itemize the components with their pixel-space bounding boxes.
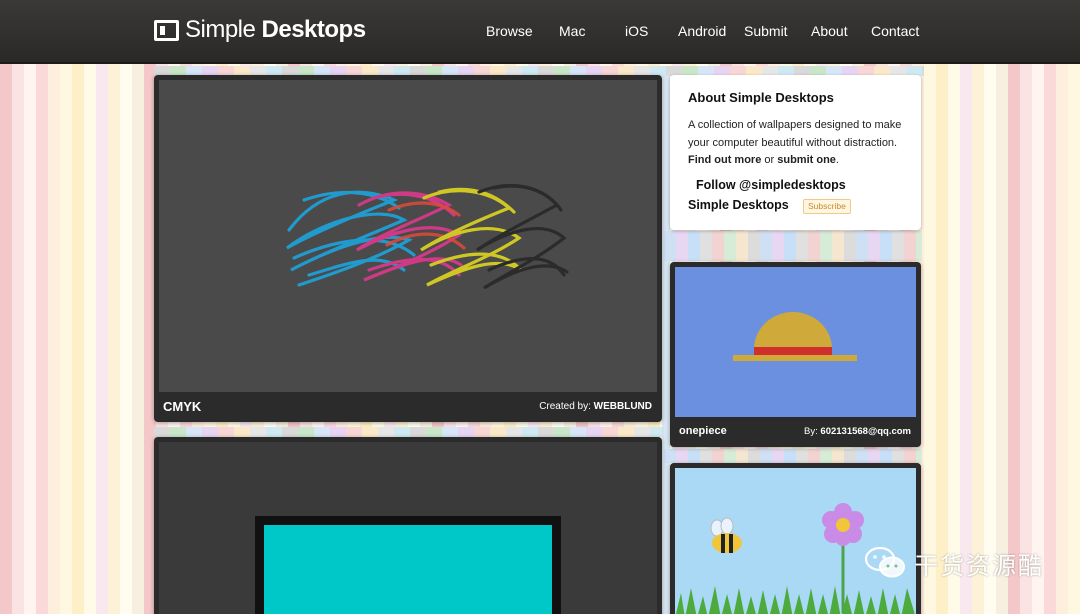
- nav-contact[interactable]: Contact: [871, 23, 919, 39]
- nav-android[interactable]: Android: [678, 23, 726, 39]
- onepiece-caption: onepiece By: 602131568@qq.com: [670, 417, 921, 447]
- find-out-more-link[interactable]: Find out more: [688, 154, 761, 166]
- cmyk-scribble-art: [286, 184, 569, 290]
- featured-credit: Created by: WEBBLUND: [539, 401, 652, 412]
- nav-about[interactable]: About: [811, 23, 848, 39]
- subscribe-button[interactable]: Subscribe: [803, 199, 851, 214]
- featured-wallpaper-card[interactable]: CMYK Created by: WEBBLUND: [154, 75, 662, 422]
- nav-browse[interactable]: Browse: [486, 23, 533, 39]
- about-heading: About Simple Desktops: [688, 90, 834, 105]
- straw-hat-art: [733, 312, 857, 361]
- main-nav: Browse Mac iOS Android Submit About Cont…: [0, 23, 1080, 43]
- featured-title[interactable]: CMYK: [163, 399, 201, 414]
- side-wallpaper-card-bee[interactable]: [670, 463, 921, 614]
- decor-stripe-gutter: [662, 75, 670, 614]
- wallpaper-preview[interactable]: [159, 442, 657, 614]
- feed-label: Simple Desktops: [688, 198, 789, 212]
- about-text: A collection of wallpapers designed to m…: [688, 119, 902, 166]
- wallpaper-card[interactable]: [154, 437, 662, 614]
- nav-submit[interactable]: Submit: [744, 23, 788, 39]
- decor-stripe-right: [664, 231, 922, 261]
- nav-ios[interactable]: iOS: [625, 23, 648, 39]
- watermark-text: 干货资源酷: [914, 552, 1044, 580]
- watermark: 干货资源酷: [864, 545, 1044, 581]
- about-panel: About Simple Desktops A collection of wa…: [670, 75, 921, 230]
- bee-flower-preview[interactable]: [675, 468, 916, 614]
- bee-flower-art: [675, 503, 915, 614]
- page: { "site": { "name_light": "Simple", "nam…: [0, 0, 1080, 614]
- decor-stripe-right-2: [664, 449, 922, 463]
- onepiece-title[interactable]: onepiece: [679, 425, 727, 437]
- cyan-frame-art: [255, 516, 561, 614]
- featured-author[interactable]: WEBBLUND: [594, 401, 652, 412]
- decor-stripe-mid: [154, 427, 664, 437]
- follow-twitter-link[interactable]: Follow @simpledesktops: [696, 178, 846, 192]
- onepiece-preview[interactable]: [675, 267, 916, 417]
- nav-mac[interactable]: Mac: [559, 23, 585, 39]
- featured-wallpaper-preview[interactable]: [159, 80, 657, 392]
- onepiece-author[interactable]: 602131568@qq.com: [820, 426, 911, 437]
- side-wallpaper-card-onepiece[interactable]: onepiece By: 602131568@qq.com: [670, 262, 921, 447]
- wechat-icon: [864, 546, 905, 578]
- onepiece-credit: By: 602131568@qq.com: [804, 426, 911, 437]
- featured-caption: CMYK Created by: WEBBLUND: [154, 392, 662, 422]
- submit-one-link[interactable]: submit one: [777, 154, 836, 166]
- site-header: Simple Desktops Browse Mac iOS Android S…: [0, 0, 1080, 64]
